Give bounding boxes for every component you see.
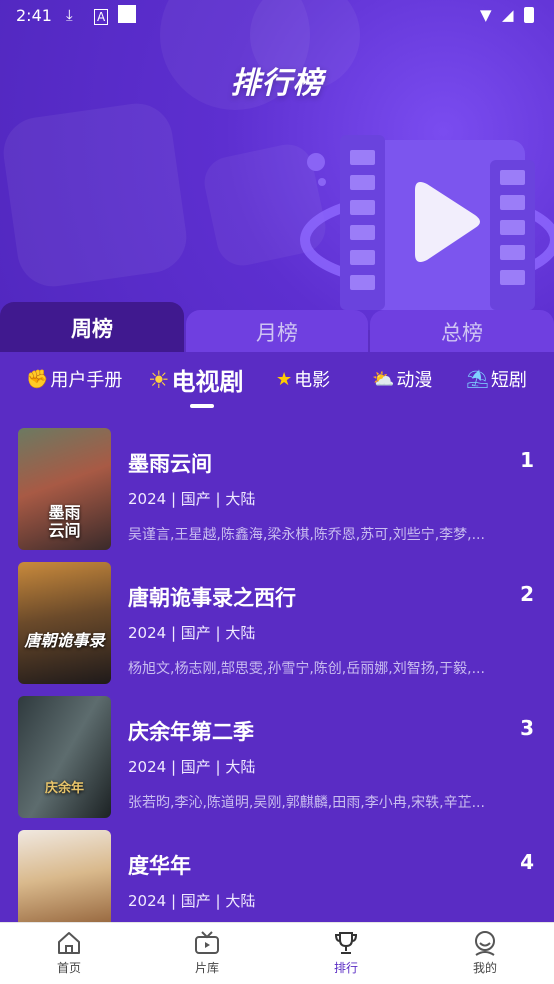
nav-profile[interactable]: 我的 — [440, 929, 530, 976]
item-rank: 2 — [520, 582, 534, 606]
page-title: 排行榜 — [230, 66, 324, 101]
item-title: 墨雨云间 — [128, 452, 212, 476]
video-player-illustration — [300, 135, 554, 310]
nav-library[interactable]: 片库 — [162, 929, 252, 976]
category-short-drama[interactable]: ⛱ 短剧 — [466, 366, 527, 392]
item-meta: 2024 | 国产 | 大陆 — [128, 758, 256, 776]
wifi-icon: ▼ — [480, 6, 492, 24]
poster-image: 庆余年 — [18, 696, 111, 818]
tab-all-time[interactable]: 总榜 — [370, 310, 554, 354]
poster-image: 唐朝诡事录 — [18, 562, 111, 684]
poster-image — [18, 830, 111, 922]
nav-label: 首页 — [56, 961, 81, 975]
ranking-content: ✊ 用户手册 ☀ 电视剧 ★ 电影 ⛅ 动漫 ⛱ 短剧 墨雨 云间 墨雨云间 1… — [0, 352, 554, 924]
item-meta: 2024 | 国产 | 大陆 — [128, 624, 256, 642]
nav-label: 排行 — [333, 961, 358, 975]
fist-icon: ✊ — [26, 368, 49, 390]
nav-label: 我的 — [472, 961, 497, 975]
item-cast: 吴谨言,王星越,陈鑫海,梁永棋,陈乔恩,苏可,刘些宁,李梦,... — [128, 527, 485, 543]
battery-icon — [524, 7, 534, 23]
active-category-indicator — [190, 404, 214, 408]
home-icon — [58, 932, 80, 954]
trophy-icon — [334, 932, 358, 954]
list-item[interactable]: 庆余年 庆余年第二季 3 2024 | 国产 | 大陆 张若昀,李沁,陈道明,吴… — [0, 696, 554, 820]
notification-icon — [118, 5, 136, 23]
list-item[interactable]: 唐朝诡事录 唐朝诡事录之西行 2 2024 | 国产 | 大陆 杨旭文,杨志刚,… — [0, 562, 554, 686]
period-tabs: 周榜 月榜 总榜 — [0, 302, 554, 354]
nav-label: 片库 — [194, 961, 219, 975]
poster-title: 墨雨 云间 — [48, 503, 81, 540]
category-label: 用户手册 — [50, 370, 123, 391]
hero-banner — [0, 0, 554, 330]
category-bar: ✊ 用户手册 ☀ 电视剧 ★ 电影 ⛅ 动漫 ⛱ 短剧 — [0, 352, 554, 412]
star-icon: ★ — [276, 368, 293, 390]
bottom-navigation: 首页 片库 排行 我的 — [0, 922, 554, 984]
beach-umbrella-icon: ⛱ — [466, 368, 489, 390]
poster-image: 墨雨 云间 — [18, 428, 111, 550]
item-title: 庆余年第二季 — [128, 720, 254, 744]
app-notification-icon: A — [94, 9, 109, 25]
cloud-sun-icon: ⛅ — [372, 368, 395, 390]
user-icon — [475, 931, 495, 956]
category-label: 电视剧 — [171, 368, 244, 396]
sun-icon: ☀ — [148, 365, 170, 394]
category-anime[interactable]: ⛅ 动漫 — [372, 366, 432, 392]
status-time: 2:41 — [16, 6, 52, 25]
poster-title: 庆余年 — [44, 781, 84, 796]
item-meta: 2024 | 国产 | 大陆 — [128, 490, 256, 508]
item-title: 唐朝诡事录之西行 — [128, 586, 296, 610]
category-label: 动漫 — [396, 370, 433, 391]
item-cast: 杨旭文,杨志刚,郜思雯,孙雪宁,陈创,岳丽娜,刘智扬,于毅,... — [128, 661, 485, 677]
signal-icon: ◢ — [502, 6, 514, 24]
category-user-manual[interactable]: ✊ 用户手册 — [26, 366, 122, 392]
item-rank: 3 — [520, 716, 534, 740]
tab-monthly[interactable]: 月榜 — [186, 310, 368, 354]
tv-icon — [195, 931, 219, 954]
item-title: 度华年 — [128, 854, 191, 878]
item-rank: 1 — [520, 448, 534, 472]
nav-ranking[interactable]: 排行 — [301, 929, 391, 976]
list-item[interactable]: 墨雨 云间 墨雨云间 1 2024 | 国产 | 大陆 吴谨言,王星越,陈鑫海,… — [0, 428, 554, 552]
item-cast: 张若昀,李沁,陈道明,吴刚,郭麒麟,田雨,李小冉,宋轶,辛芷... — [128, 795, 485, 811]
item-rank: 4 — [520, 850, 534, 874]
camera-decoration — [0, 98, 192, 292]
category-tv-series[interactable]: ☀ 电视剧 — [148, 362, 244, 397]
category-movie[interactable]: ★ 电影 — [276, 366, 330, 392]
status-bar: 2:41 ⤓ A ▼ ◢ — [0, 0, 554, 32]
category-label: 电影 — [294, 370, 331, 391]
item-meta: 2024 | 国产 | 大陆 — [128, 892, 256, 910]
poster-title: 唐朝诡事录 — [24, 631, 105, 650]
tab-weekly[interactable]: 周榜 — [0, 302, 184, 354]
category-label: 短剧 — [490, 370, 527, 391]
nav-home[interactable]: 首页 — [24, 929, 114, 976]
download-icon: ⤓ — [66, 6, 73, 24]
